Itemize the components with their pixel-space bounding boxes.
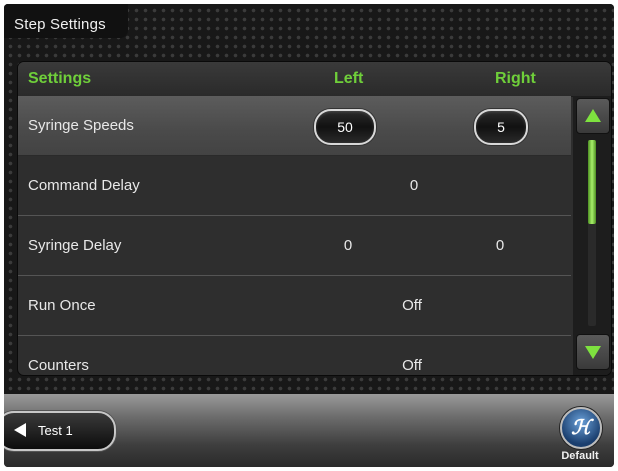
settings-panel: Settings Left Right Syringe Speeds 50 5 … [18, 62, 611, 375]
row-left-value: 0 [343, 237, 353, 254]
back-button[interactable]: Test 1 [4, 411, 116, 451]
header-left: Left [334, 70, 364, 87]
row-counters[interactable]: Counters Off [18, 336, 571, 375]
row-syringe-delay[interactable]: Syringe Delay 0 0 [18, 216, 571, 276]
page-title: Step Settings [14, 16, 106, 33]
row-label: Command Delay [28, 177, 140, 194]
title-plate: Step Settings [4, 4, 128, 38]
row-value: Off [402, 297, 422, 314]
footer-bar: Test 1 ℋ Default [4, 394, 614, 467]
row-run-once[interactable]: Run Once Off [18, 276, 571, 336]
row-value: Off [402, 357, 422, 374]
header-right: Right [495, 70, 536, 87]
scroll-up-button[interactable] [576, 98, 610, 134]
device-screen: Step Settings Settings Left Right Syring… [4, 4, 614, 467]
header-settings: Settings [28, 70, 92, 87]
row-value: 0 [409, 177, 419, 194]
row-label: Run Once [28, 297, 96, 314]
settings-list: Syringe Speeds 50 5 Command Delay 0 Syri… [18, 96, 571, 375]
scroll-down-button[interactable] [576, 334, 610, 370]
row-syringe-speeds[interactable]: Syringe Speeds 50 5 [18, 96, 571, 156]
back-button-label: Test 1 [38, 423, 73, 438]
scrollbar[interactable] [573, 96, 611, 375]
scroll-thumb[interactable] [588, 140, 596, 224]
row-label: Syringe Speeds [28, 117, 134, 134]
row-right-value: 0 [495, 237, 505, 254]
row-command-delay[interactable]: Command Delay 0 [18, 156, 571, 216]
triangle-down-icon [585, 346, 601, 359]
table-header: Settings Left Right [18, 62, 611, 97]
left-speed-button[interactable]: 50 [314, 109, 376, 145]
triangle-up-icon [585, 109, 601, 122]
triangle-left-icon [14, 423, 26, 437]
h-logo-icon[interactable]: ℋ [560, 407, 602, 449]
right-speed-button[interactable]: 5 [474, 109, 528, 145]
row-label: Syringe Delay [28, 237, 122, 254]
default-label: Default [561, 450, 599, 462]
row-label: Counters [28, 357, 89, 374]
